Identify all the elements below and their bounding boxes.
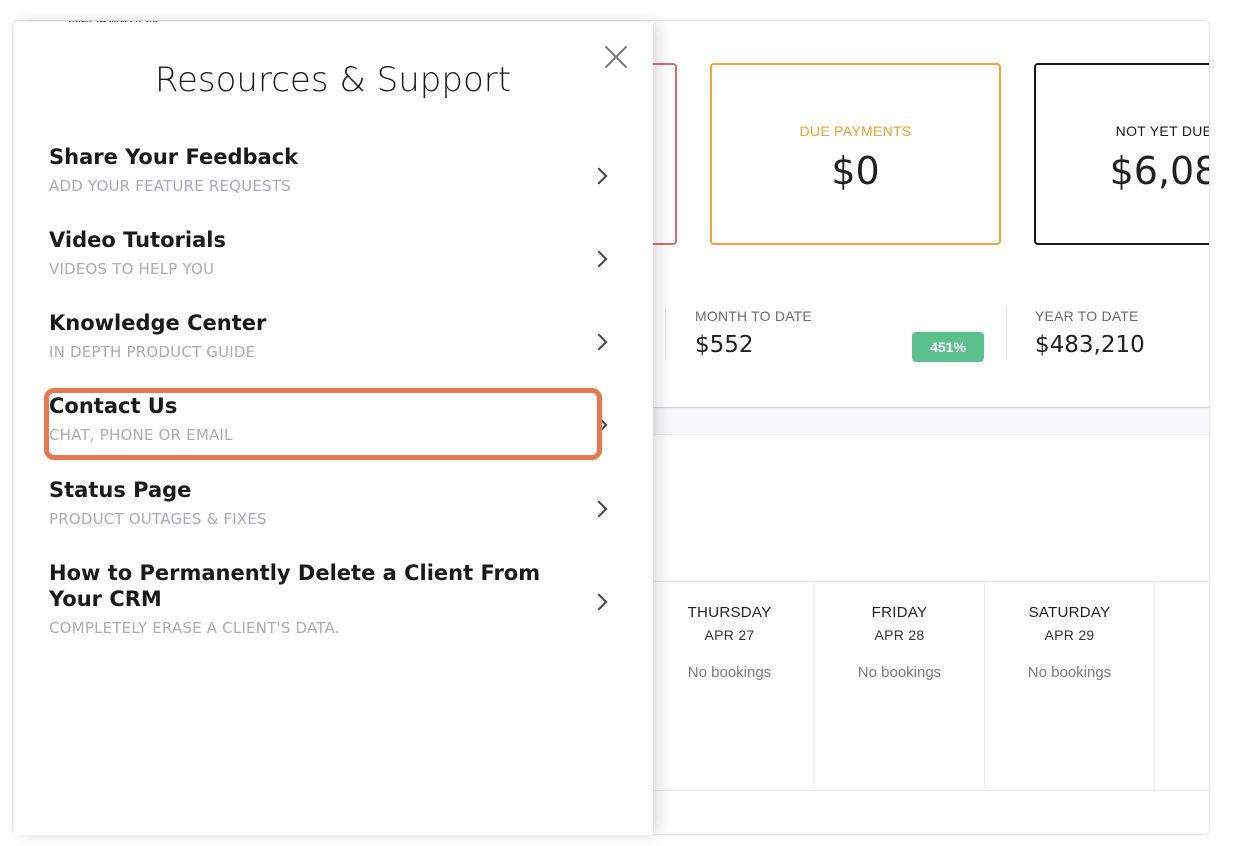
resource-item-title: Contact Us: [49, 394, 178, 418]
resource-item-feedback[interactable]: Share Your Feedback ADD YOUR FEATURE REQ…: [49, 144, 608, 195]
year-to-date-value: $483,210: [1035, 332, 1145, 358]
year-to-date-label: YEAR TO DATE: [1035, 308, 1139, 324]
calendar-day-name: SATURDAY: [1028, 604, 1111, 621]
resource-item-subtitle: COMPLETELY ERASE A CLIENT'S DATA.: [49, 619, 340, 637]
stat-card-not-yet-due[interactable]: NOT YET DUE $6,08: [1034, 63, 1210, 245]
chevron-right-icon: [590, 593, 608, 611]
calendar-day-friday[interactable]: FRIDAY APR 28 No bookings: [815, 582, 985, 790]
calendar-date: APR 28: [874, 627, 925, 643]
resource-item-subtitle: CHAT, PHONE OR EMAIL: [49, 426, 233, 444]
resource-item-subtitle: IN DEPTH PRODUCT GUIDE: [49, 343, 256, 361]
calendar-day-sunday[interactable]: S No: [1155, 582, 1209, 790]
growth-badge: 451%: [912, 332, 984, 362]
calendar-status: No: [1155, 642, 1209, 659]
resource-item-title: Video Tutorials: [49, 228, 226, 252]
resource-item-title: Share Your Feedback: [49, 145, 299, 169]
month-to-date-value: $552: [695, 332, 754, 358]
panel-title: Resources & Support: [154, 60, 512, 100]
calendar-day-name: S: [1155, 604, 1209, 621]
calendar-day-name: FRIDAY: [871, 604, 928, 621]
calendar-day-thursday[interactable]: THURSDAY APR 27 No bookings: [645, 582, 815, 790]
resource-item-contact-us[interactable]: Contact Us CHAT, PHONE OR EMAIL: [49, 393, 608, 444]
not-yet-due-label: NOT YET DUE: [1115, 123, 1210, 139]
month-to-date-label: MONTH TO DATE: [695, 308, 812, 324]
calendar-status: No bookings: [687, 664, 772, 681]
calendar-day-name: THURSDAY: [687, 604, 772, 621]
resource-item-delete-client[interactable]: How to Permanently Delete a Client From …: [49, 560, 608, 637]
kpi-divider: [1006, 308, 1007, 360]
calendar-day-saturday[interactable]: SATURDAY APR 29 No bookings: [985, 582, 1155, 790]
resource-item-title: Knowledge Center: [49, 311, 267, 335]
kpi-divider: [665, 308, 666, 360]
resources-support-panel: Resources & Support Share Your Feedback …: [13, 22, 653, 835]
resource-item-status-page[interactable]: Status Page PRODUCT OUTAGES & FIXES: [49, 477, 608, 528]
calendar-status: No bookings: [1027, 664, 1112, 681]
resource-item-title: How to Permanently Delete a Client From …: [49, 561, 541, 611]
due-payments-label: DUE PAYMENTS: [799, 123, 912, 139]
not-yet-due-value: $6,08: [1109, 149, 1210, 193]
resource-item-video-tutorials[interactable]: Video Tutorials VIDEOS TO HELP YOU: [49, 227, 608, 278]
resource-item-title: Status Page: [49, 478, 192, 502]
resource-item-knowledge-center[interactable]: Knowledge Center IN DEPTH PRODUCT GUIDE: [49, 310, 608, 361]
due-payments-value: $0: [831, 149, 880, 193]
stat-card-due-payments[interactable]: DUE PAYMENTS $0: [710, 63, 1001, 245]
resource-item-subtitle: ADD YOUR FEATURE REQUESTS: [49, 177, 291, 195]
calendar-date: APR 27: [704, 627, 755, 643]
calendar-status: No bookings: [857, 664, 942, 681]
resource-item-subtitle: VIDEOS TO HELP YOU: [49, 260, 215, 278]
resource-item-subtitle: PRODUCT OUTAGES & FIXES: [49, 510, 267, 528]
close-icon[interactable]: [603, 44, 629, 70]
calendar-date: APR 29: [1044, 627, 1095, 643]
